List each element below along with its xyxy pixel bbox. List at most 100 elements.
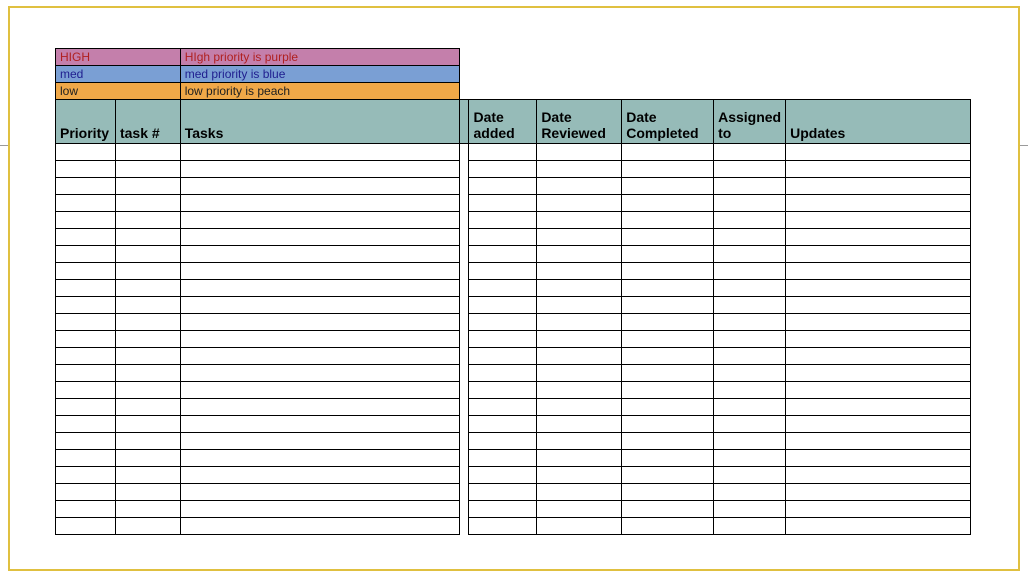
cell[interactable] [622,365,714,382]
header-tasks[interactable]: Tasks [180,100,460,144]
cell[interactable] [115,484,180,501]
cell[interactable] [537,450,622,467]
cell[interactable] [469,348,537,365]
cell[interactable] [469,382,537,399]
cell[interactable] [714,365,786,382]
cell[interactable] [56,229,116,246]
cell[interactable] [180,331,460,348]
table-row[interactable] [56,518,971,535]
cell[interactable] [115,263,180,280]
cell[interactable] [469,246,537,263]
cell[interactable] [537,229,622,246]
cell[interactable] [537,178,622,195]
cell[interactable] [622,518,714,535]
header-datereviewed[interactable]: Date Reviewed [537,100,622,144]
table-row[interactable] [56,212,971,229]
cell[interactable] [714,161,786,178]
cell[interactable] [469,467,537,484]
table-row[interactable] [56,450,971,467]
cell[interactable] [537,263,622,280]
cell[interactable] [180,501,460,518]
cell[interactable] [180,467,460,484]
cell[interactable] [115,161,180,178]
cell[interactable] [180,161,460,178]
cell[interactable] [714,280,786,297]
cell[interactable] [714,229,786,246]
cell[interactable] [786,263,971,280]
cell[interactable] [115,365,180,382]
cell[interactable] [56,212,116,229]
legend-low-row[interactable]: low low priority is peach [56,83,971,100]
table-row[interactable] [56,467,971,484]
cell[interactable] [56,450,116,467]
cell[interactable] [469,212,537,229]
table-row[interactable] [56,178,971,195]
cell[interactable] [786,382,971,399]
cell[interactable] [115,416,180,433]
cell[interactable] [115,382,180,399]
cell[interactable] [180,348,460,365]
cell[interactable] [622,450,714,467]
cell[interactable] [537,416,622,433]
cell[interactable] [180,416,460,433]
table-row[interactable] [56,348,971,365]
cell[interactable] [537,297,622,314]
cell[interactable] [115,212,180,229]
cell[interactable] [786,484,971,501]
cell[interactable] [469,263,537,280]
cell[interactable] [537,399,622,416]
cell[interactable] [115,518,180,535]
cell[interactable] [622,399,714,416]
cell[interactable] [469,144,537,161]
cell[interactable] [469,195,537,212]
cell[interactable] [622,212,714,229]
cell[interactable] [622,348,714,365]
cell[interactable] [714,144,786,161]
cell[interactable] [622,280,714,297]
cell[interactable] [786,518,971,535]
cell[interactable] [622,467,714,484]
cell[interactable] [56,280,116,297]
cell[interactable] [180,229,460,246]
cell[interactable] [469,161,537,178]
cell[interactable] [714,348,786,365]
cell[interactable] [56,382,116,399]
cell[interactable] [786,195,971,212]
cell[interactable] [56,484,116,501]
legend-med-desc[interactable]: med priority is blue [180,66,460,83]
cell[interactable] [469,484,537,501]
header-datecompleted[interactable]: Date Completed [622,100,714,144]
table-row[interactable] [56,297,971,314]
cell[interactable] [469,331,537,348]
cell[interactable] [786,467,971,484]
cell[interactable] [469,416,537,433]
cell[interactable] [180,314,460,331]
cell[interactable] [622,178,714,195]
cell[interactable] [469,178,537,195]
header-updates[interactable]: Updates [786,100,971,144]
cell[interactable] [786,399,971,416]
cell[interactable] [180,280,460,297]
cell[interactable] [56,331,116,348]
cell[interactable] [537,161,622,178]
table-row[interactable] [56,365,971,382]
cell[interactable] [622,263,714,280]
cell[interactable] [537,484,622,501]
cell[interactable] [714,501,786,518]
cell[interactable] [180,263,460,280]
table-row[interactable] [56,314,971,331]
cell[interactable] [786,280,971,297]
cell[interactable] [786,297,971,314]
cell[interactable] [714,399,786,416]
cell[interactable] [786,178,971,195]
cell[interactable] [622,314,714,331]
table-row[interactable] [56,195,971,212]
cell[interactable] [622,144,714,161]
header-assigned[interactable]: Assigned to [714,100,786,144]
cell[interactable] [786,331,971,348]
cell[interactable] [469,280,537,297]
cell[interactable] [469,450,537,467]
cell[interactable] [115,331,180,348]
cell[interactable] [537,501,622,518]
cell[interactable] [714,484,786,501]
